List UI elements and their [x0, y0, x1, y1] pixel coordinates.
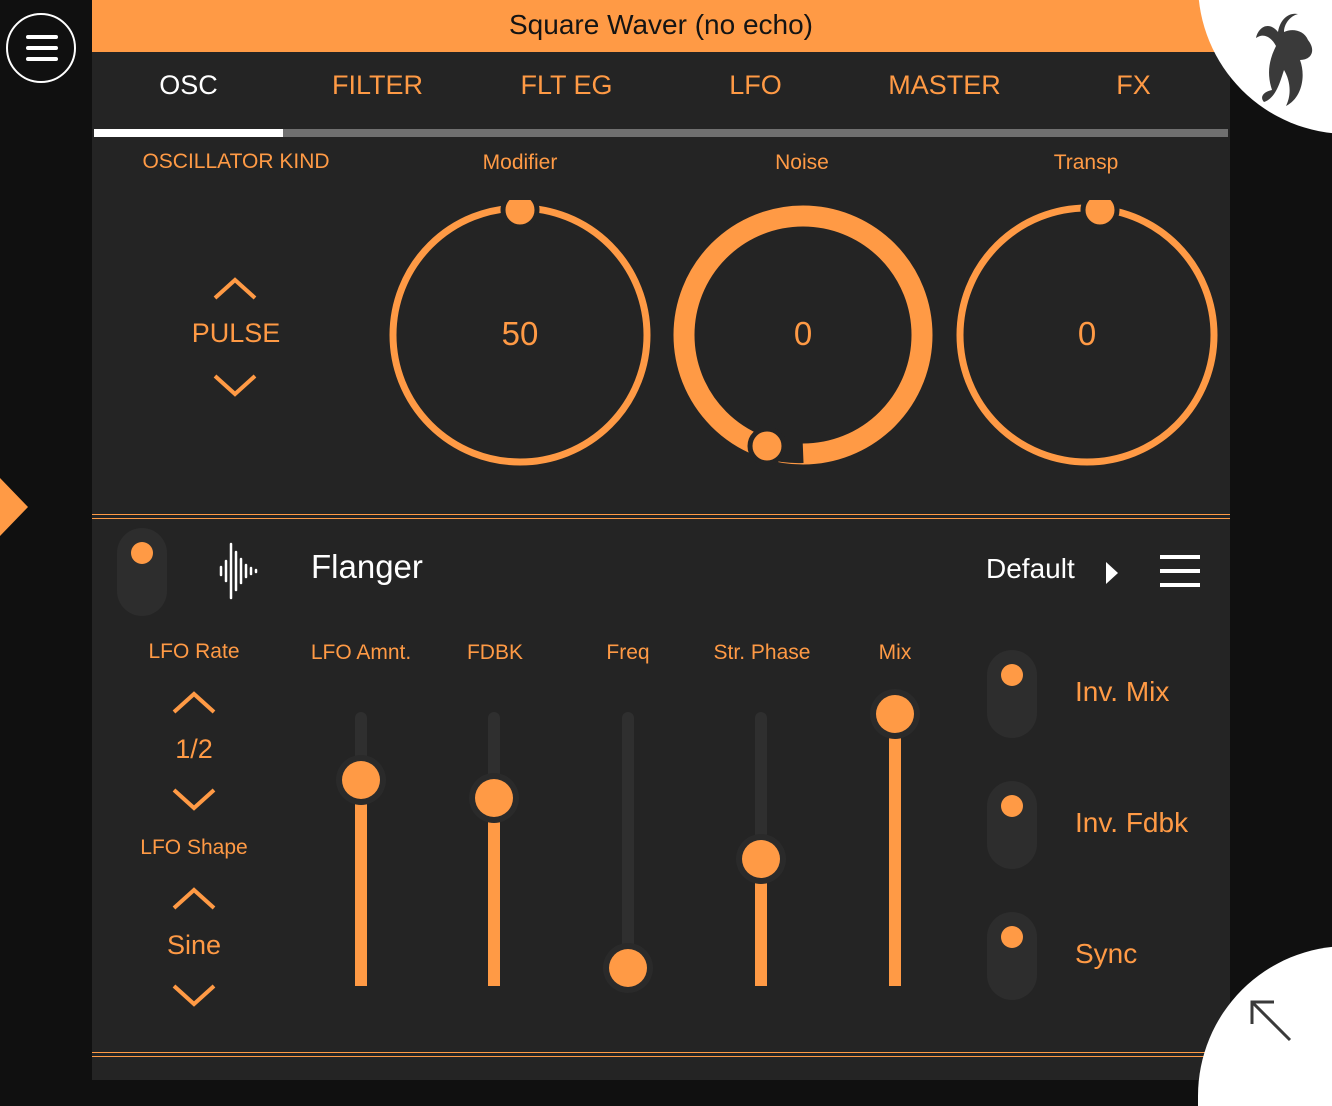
menu-icon-line-top — [26, 35, 58, 39]
fx-preset-name[interactable]: Default — [986, 553, 1075, 585]
kind-down-chevron-icon[interactable] — [210, 370, 260, 400]
preset-title: Square Waver (no echo) — [509, 9, 813, 40]
slider-label-freq: Freq — [606, 641, 650, 664]
tab-lfo[interactable]: LFO — [661, 70, 850, 101]
preset-title-bar[interactable]: Square Waver (no echo) — [92, 0, 1230, 52]
oscillator-kind-value[interactable]: PULSE — [176, 318, 296, 349]
slider-label-fdbk: FDBK — [466, 641, 523, 664]
side-panel-arrow-icon[interactable] — [0, 478, 28, 536]
knob-value-modifier: 50 — [501, 315, 539, 352]
lfo-shape-value[interactable]: Sine — [144, 930, 244, 961]
knob-value-transp: 0 — [1077, 315, 1097, 352]
slider-label-lfo-amnt: LFO Amnt. — [310, 641, 412, 664]
slider-track-freq[interactable] — [622, 712, 634, 986]
slider-fill-str-phase — [755, 858, 767, 986]
knob-label-modifier: Modifier — [482, 151, 558, 174]
option-label-sync: Sync — [1075, 938, 1138, 969]
oscillator-kind-label: OSCILLATOR KIND — [142, 150, 330, 173]
tab-flt-eg[interactable]: FLT EG — [472, 70, 661, 101]
toggle-sync[interactable] — [987, 912, 1037, 1000]
slider-fill-fdbk — [488, 797, 500, 986]
slider-handle-fdbk[interactable] — [475, 778, 513, 817]
toggle-dot — [1001, 795, 1023, 817]
slider-handle-freq[interactable] — [609, 949, 647, 987]
knob-label-noise: Noise — [775, 151, 829, 174]
knob-label-transp: Transp — [1053, 151, 1119, 174]
slider-fill-mix — [889, 714, 901, 986]
tab-filter[interactable]: FILTER — [283, 70, 472, 101]
main-menu-button[interactable] — [6, 13, 76, 83]
fx-name: Flanger — [311, 548, 423, 585]
tab-bar: OSC FILTER FLT EG LFO MASTER FX — [92, 52, 1230, 128]
slider-label-str-phase: Str. Phase — [713, 641, 811, 664]
lfo-shape-down-chevron-icon[interactable] — [169, 980, 219, 1010]
play-arrow-icon[interactable] — [1104, 560, 1120, 586]
lfo-rate-value[interactable]: 1/2 — [144, 734, 244, 765]
toggle-dot — [1001, 664, 1023, 686]
lfo-shape-label: LFO Shape — [140, 836, 248, 859]
kind-up-chevron-icon[interactable] — [210, 274, 260, 304]
menu-icon-line-bottom — [26, 57, 58, 61]
collapse-arrow-icon — [1250, 1000, 1292, 1042]
slider-label-mix: Mix — [878, 641, 912, 664]
list-menu-icon[interactable] — [1159, 552, 1201, 590]
tab-active-indicator — [94, 129, 283, 137]
toggle-dot — [1001, 926, 1023, 948]
lfo-rate-up-chevron-icon[interactable] — [169, 688, 219, 718]
knob-value-noise: 0 — [793, 315, 813, 352]
lfo-rate-label: LFO Rate — [148, 640, 240, 663]
slider-handle-str-phase[interactable] — [742, 839, 780, 878]
lfo-rate-down-chevron-icon[interactable] — [169, 784, 219, 814]
toggle-inv-fdbk[interactable] — [987, 781, 1037, 869]
option-label-inv-fdbk: Inv. Fdbk — [1075, 807, 1189, 838]
option-label-inv-mix: Inv. Mix — [1075, 676, 1170, 707]
fx-enable-toggle[interactable] — [117, 528, 167, 616]
slider-fill-lfo-amnt — [355, 780, 367, 986]
fl-studio-logo-icon — [1256, 13, 1313, 107]
tab-fx[interactable]: FX — [1039, 70, 1228, 101]
toggle-inv-mix[interactable] — [987, 650, 1037, 738]
lfo-shape-up-chevron-icon[interactable] — [169, 884, 219, 914]
slider-handle-lfo-amnt[interactable] — [342, 761, 380, 800]
section-divider-bottom — [92, 1052, 1230, 1057]
toggle-dot — [131, 542, 153, 564]
plugin-panel: Square Waver (no echo) OSC FILTER FLT EG… — [92, 0, 1230, 1080]
waveform-icon — [219, 542, 258, 600]
tab-osc[interactable]: OSC — [94, 70, 283, 101]
tab-master[interactable]: MASTER — [850, 70, 1039, 101]
slider-handle-mix[interactable] — [876, 695, 914, 733]
section-divider — [92, 514, 1230, 519]
menu-icon-line-middle — [26, 46, 58, 50]
